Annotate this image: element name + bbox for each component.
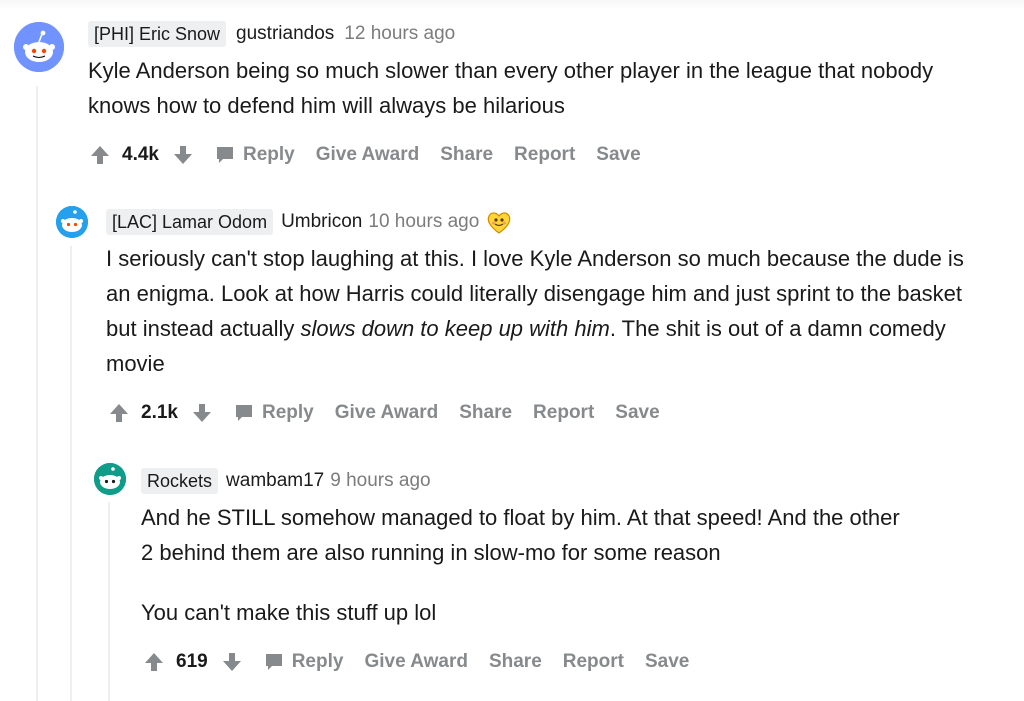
- chat-bubble-icon: [234, 402, 256, 424]
- upvote-icon[interactable]: [107, 401, 131, 425]
- thread-line-level-1[interactable]: [36, 86, 38, 701]
- give-award-button[interactable]: Give Award: [364, 651, 468, 673]
- avatar[interactable]: [94, 463, 126, 495]
- save-button[interactable]: Save: [615, 402, 659, 424]
- comment-body-emphasis: slows down to keep up with him: [300, 316, 610, 341]
- give-award-button[interactable]: Give Award: [316, 144, 420, 166]
- reply-button[interactable]: Reply: [234, 402, 314, 424]
- vote-score: 619: [176, 651, 208, 672]
- comment: [LAC] Lamar Odom Umbricon 10 hours ago I…: [106, 209, 996, 381]
- comment: [PHI] Eric Snow gustriandos 12 hours ago…: [88, 21, 988, 123]
- give-award-button[interactable]: Give Award: [335, 402, 439, 424]
- snoo-icon: [14, 22, 64, 72]
- share-button[interactable]: Share: [440, 144, 493, 166]
- upvote-icon[interactable]: [88, 143, 112, 167]
- vote-score: 2.1k: [141, 402, 178, 423]
- comment: Rockets wambam17 9 hours ago And he STIL…: [141, 468, 1001, 630]
- thread-line-level-2[interactable]: [70, 246, 72, 701]
- comment-meta: Rockets wambam17 9 hours ago: [141, 468, 1001, 494]
- snoo-icon: [94, 463, 126, 495]
- comment-actions: 2.1k Reply Give Award Share Report Save: [107, 398, 681, 428]
- previous-content-edge: [0, 0, 1024, 10]
- user-flair[interactable]: Rockets: [141, 468, 219, 494]
- reply-label: Reply: [291, 651, 344, 672]
- avatar[interactable]: [56, 206, 88, 238]
- downvote-icon[interactable]: [171, 143, 195, 167]
- author-name[interactable]: gustriandos: [236, 21, 334, 47]
- reply-button[interactable]: Reply: [264, 651, 344, 673]
- comment-actions: 619 Reply Give Award Share Report Save: [142, 647, 710, 677]
- share-button[interactable]: Share: [489, 651, 542, 673]
- reply-label: Reply: [261, 402, 314, 423]
- avatar[interactable]: [14, 22, 64, 72]
- reply-label: Reply: [242, 144, 295, 165]
- author-name[interactable]: wambam17: [226, 468, 324, 494]
- author-name[interactable]: Umbricon: [281, 209, 362, 235]
- comment-body: And he STILL somehow managed to float by…: [141, 505, 900, 565]
- snoo-icon: [56, 206, 88, 238]
- vote-score: 4.4k: [122, 144, 159, 165]
- downvote-icon[interactable]: [190, 401, 214, 425]
- share-button[interactable]: Share: [459, 402, 512, 424]
- comment-body: I seriously can't stop laughing at this.…: [106, 241, 991, 381]
- comment-actions: 4.4k Reply Give Award Share Report Save: [88, 140, 662, 170]
- report-button[interactable]: Report: [533, 402, 594, 424]
- user-flair[interactable]: [LAC] Lamar Odom: [106, 209, 274, 235]
- chat-bubble-icon: [264, 651, 286, 673]
- timestamp[interactable]: 9 hours ago: [330, 468, 430, 494]
- downvote-icon[interactable]: [220, 650, 244, 674]
- report-button[interactable]: Report: [514, 144, 575, 166]
- user-flair[interactable]: [PHI] Eric Snow: [88, 21, 227, 47]
- comment-body: Kyle Anderson being so much slower than …: [88, 58, 934, 118]
- comment-meta: [PHI] Eric Snow gustriandos 12 hours ago: [88, 21, 988, 47]
- comment-meta: [LAC] Lamar Odom Umbricon 10 hours ago: [106, 209, 996, 235]
- chat-bubble-icon: [215, 144, 237, 166]
- timestamp[interactable]: 10 hours ago: [368, 209, 479, 235]
- wholesome-award-icon[interactable]: [485, 209, 513, 235]
- comment-thread: [PHI] Eric Snow gustriandos 12 hours ago…: [0, 0, 1024, 701]
- comment-body-paragraph: You can't make this stuff up lol: [141, 600, 437, 625]
- timestamp[interactable]: 12 hours ago: [344, 21, 455, 47]
- reply-button[interactable]: Reply: [215, 144, 295, 166]
- save-button[interactable]: Save: [596, 144, 640, 166]
- thread-line-level-3[interactable]: [108, 502, 110, 701]
- upvote-icon[interactable]: [142, 650, 166, 674]
- save-button[interactable]: Save: [645, 651, 689, 673]
- report-button[interactable]: Report: [563, 651, 624, 673]
